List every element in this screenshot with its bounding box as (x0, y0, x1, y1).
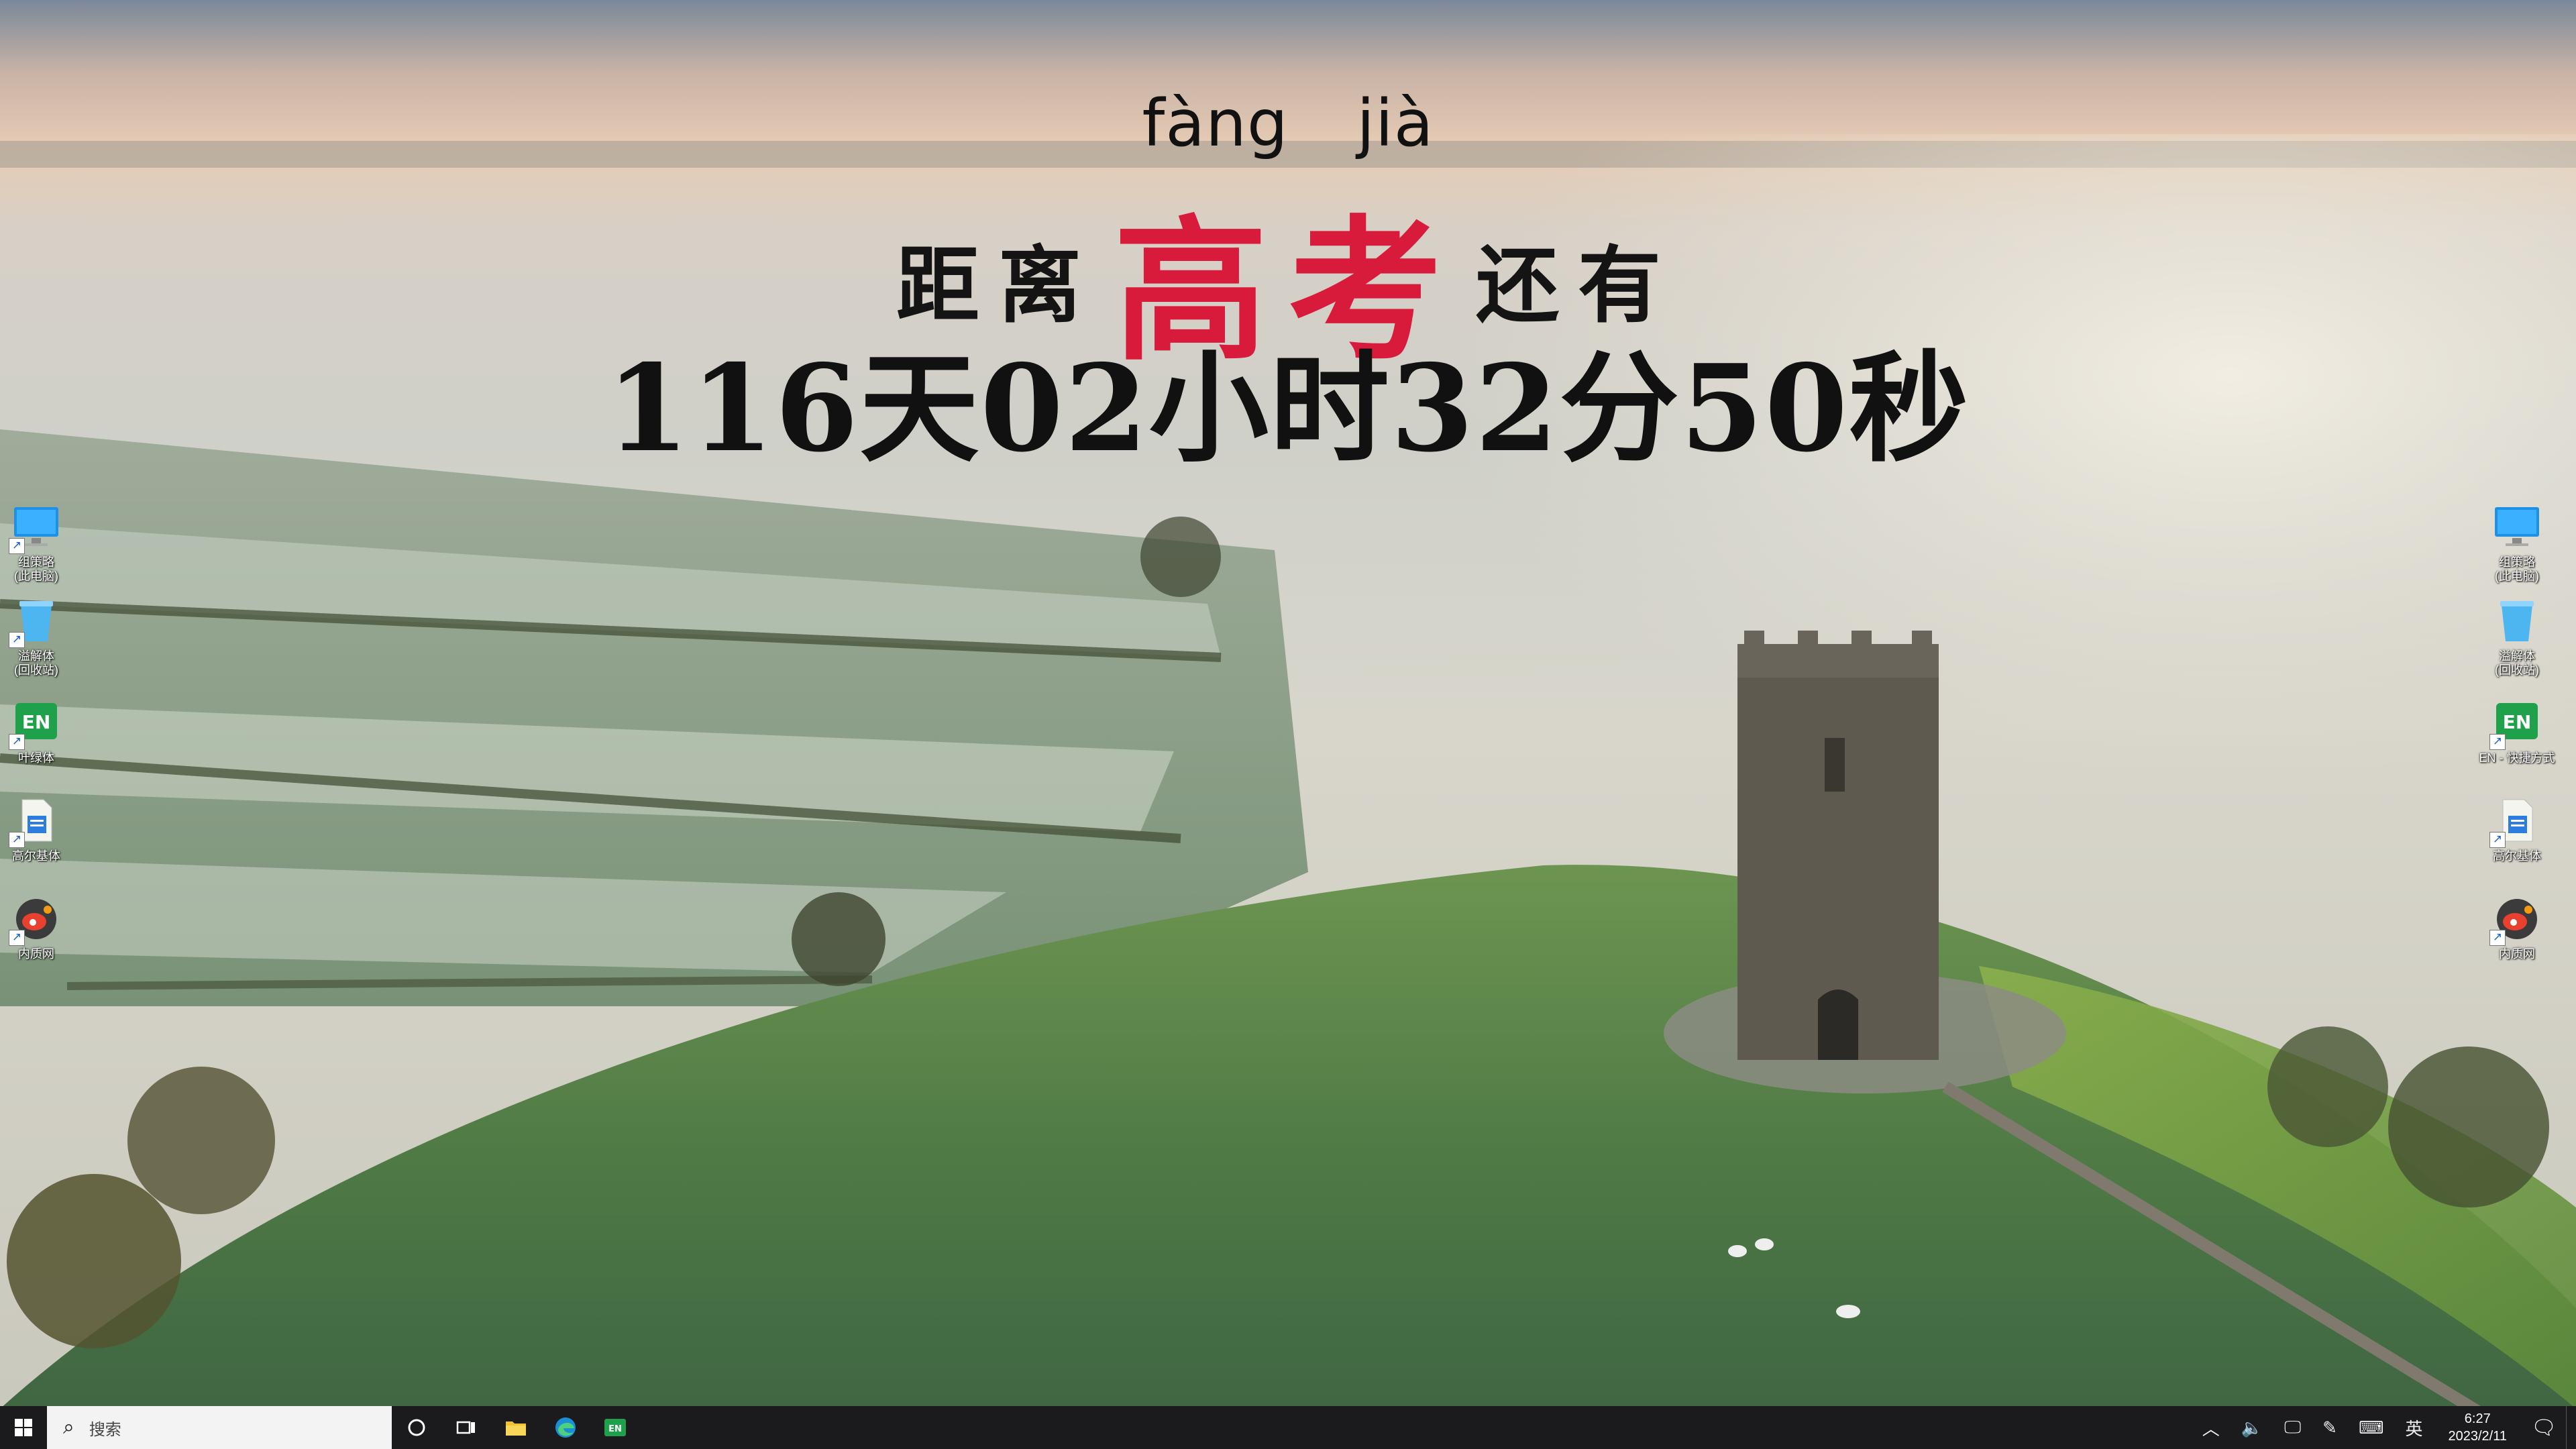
svg-text:EN: EN (608, 1424, 622, 1434)
desktop-icon-label: 溢解体 (回收站) (2495, 649, 2539, 677)
ime-indicator[interactable]: 英 (2394, 1415, 2433, 1440)
desktop-icon-label: 溢解体 (回收站) (14, 649, 58, 677)
svg-text:EN: EN (22, 711, 51, 733)
recycle-bin-icon: ↗ (9, 596, 61, 648)
desktop-icon-label: 高尔基体 (2493, 849, 2541, 863)
windows-logo-icon (15, 1419, 32, 1436)
file-explorer-button[interactable] (491, 1406, 541, 1449)
shortcut-arrow-icon: ↗ (9, 538, 25, 554)
en-app-shortcut[interactable]: EN ↗ 叶绿体 (0, 698, 76, 765)
recycle-bin-shortcut[interactable]: ↗ 溢解体 (回收站) (0, 596, 76, 678)
edge-icon (555, 1417, 576, 1438)
weibo-shortcut-right[interactable]: ↗ 内质网 (2477, 894, 2557, 961)
document-shortcut-right[interactable]: ↗ 高尔基体 (2477, 796, 2557, 863)
desktop-icon-label: 叶绿体 (18, 751, 54, 765)
file-explorer-icon (506, 1421, 526, 1436)
desktop-icon-label: 内质网 (2499, 947, 2535, 961)
shortcut-arrow-icon: ↗ (9, 734, 25, 750)
this-pc-shortcut[interactable]: ↗ 组策略 (此电脑) (0, 502, 76, 584)
network-icon[interactable]: 🖵 (2273, 1417, 2312, 1438)
pen-icon[interactable]: ✎ (2312, 1417, 2348, 1438)
taskbar-search-box[interactable]: ⌕ 搜索 (47, 1406, 392, 1449)
search-placeholder: 搜索 (89, 1420, 121, 1439)
pinyin-annotation: fàng jià (1142, 86, 1434, 161)
shortcut-arrow-icon: ↗ (2489, 734, 2506, 750)
countdown-timer: 116天02小时32分50秒 (606, 338, 1970, 478)
shortcut-arrow-icon: ↗ (2489, 930, 2506, 946)
search-icon: ⌕ (63, 1416, 74, 1438)
desktop-icon-label: 组策略 (此电脑) (2495, 555, 2539, 583)
en-app-icon: EN ↗ (9, 698, 61, 750)
en-app-taskbar-button[interactable]: EN (590, 1406, 640, 1449)
chevron-up-icon[interactable]: ︿ (2192, 1415, 2231, 1440)
document-icon: ↗ (2489, 796, 2542, 848)
notification-icon[interactable]: 🗨 (2522, 1416, 2566, 1440)
shortcut-arrow-icon: ↗ (2489, 832, 2506, 848)
cortana-button[interactable] (392, 1406, 441, 1449)
weibo-shortcut[interactable]: ↗ 内质网 (0, 894, 76, 961)
en-app-icon: EN (604, 1419, 626, 1436)
clock-date: 2023/2/11 (2448, 1429, 2508, 1444)
en-app-shortcut-right[interactable]: EN ↗ EN - 快捷方式 (2477, 698, 2557, 765)
this-pc-shortcut-right[interactable]: 组策略 (此电脑) (2477, 502, 2557, 584)
monitor-icon (2492, 502, 2542, 551)
recycle-bin-icon (2492, 596, 2542, 645)
desktop-icon-label: 高尔基体 (12, 849, 60, 863)
shortcut-arrow-icon: ↗ (9, 632, 25, 648)
keyboard-icon[interactable]: ⌨ (2348, 1417, 2395, 1438)
clock[interactable]: 6:27 2023/2/11 (2434, 1410, 2522, 1445)
recycle-bin-shortcut-right[interactable]: 溢解体 (回收站) (2477, 596, 2557, 678)
system-tray: ︿ 🔈 🖵 ✎ ⌨ 英 6:27 2023/2/11 🗨 (2192, 1406, 2576, 1449)
shortcut-arrow-icon: ↗ (9, 930, 25, 946)
svg-text:EN: EN (2503, 711, 2532, 733)
document-icon: ↗ (9, 796, 61, 848)
start-button[interactable] (0, 1406, 47, 1449)
edge-button[interactable] (541, 1406, 590, 1449)
task-view-button[interactable] (441, 1406, 491, 1449)
monitor-icon: ↗ (9, 502, 61, 554)
clock-time: 6:27 (2464, 1411, 2491, 1426)
volume-icon[interactable]: 🔈 (2231, 1417, 2273, 1438)
en-app-icon: EN ↗ (2489, 698, 2542, 750)
shortcut-arrow-icon: ↗ (9, 832, 25, 848)
desktop-icon-label: 内质网 (18, 947, 54, 961)
taskbar: ⌕ 搜索 EN ︿ 🔈 🖵 ✎ ⌨ 英 6:27 2023/2/11 🗨 (0, 1406, 2576, 1449)
document-shortcut[interactable]: ↗ 高尔基体 (0, 796, 76, 863)
show-desktop-button[interactable] (2566, 1406, 2576, 1449)
cortana-icon (408, 1419, 425, 1436)
weibo-icon: ↗ (2489, 894, 2542, 946)
task-view-icon (456, 1421, 475, 1434)
desktop-icon-label: 组策略 (此电脑) (14, 555, 58, 583)
desktop-icon-label: EN - 快捷方式 (2479, 751, 2555, 765)
weibo-icon: ↗ (9, 894, 61, 946)
